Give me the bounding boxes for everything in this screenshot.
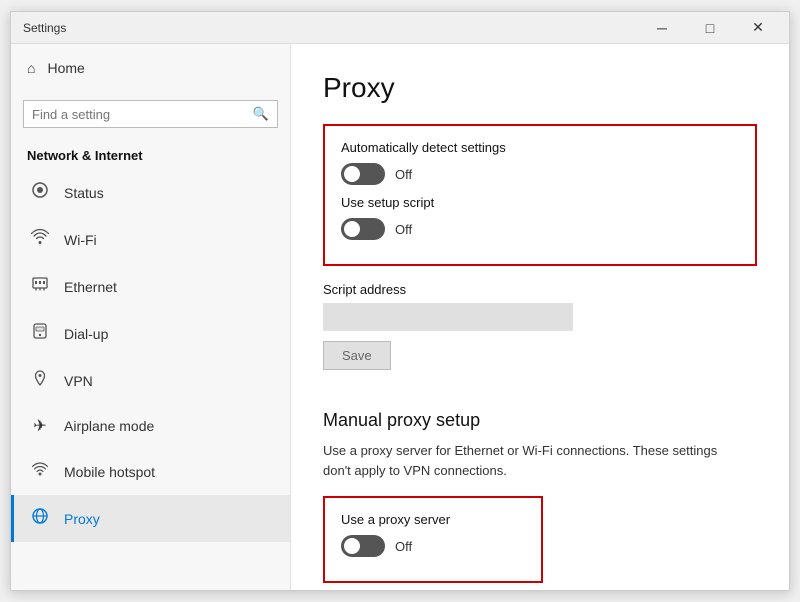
- titlebar: Settings ─ □ ✕: [11, 12, 789, 44]
- use-proxy-box: Use a proxy server Off: [323, 496, 543, 583]
- use-proxy-label: Use a proxy server: [341, 512, 525, 527]
- auto-detect-row: Off: [341, 163, 739, 185]
- airplane-icon: ✈: [30, 416, 50, 436]
- script-address-label: Script address: [323, 282, 757, 297]
- sidebar-item-airplane[interactable]: ✈ Airplane mode: [11, 404, 290, 448]
- sidebar-item-dialup-label: Dial-up: [64, 326, 108, 342]
- sidebar-item-status[interactable]: Status: [11, 169, 290, 216]
- wifi-icon: [30, 228, 50, 251]
- sidebar-item-proxy[interactable]: Proxy: [11, 495, 290, 542]
- setup-script-row: Off: [341, 218, 739, 240]
- sidebar: ⌂ Home 🔍 Network & Internet Status: [11, 44, 291, 590]
- proxy-icon: [30, 507, 50, 530]
- auto-detect-label: Automatically detect settings: [341, 140, 739, 155]
- setup-script-value: Off: [395, 222, 412, 237]
- sidebar-item-wifi[interactable]: Wi-Fi: [11, 216, 290, 263]
- sidebar-section-title: Network & Internet: [11, 140, 290, 169]
- use-proxy-row: Off: [341, 535, 525, 557]
- script-address-input[interactable]: [323, 303, 573, 331]
- sidebar-home-label: Home: [47, 60, 84, 76]
- manual-setup-description: Use a proxy server for Ethernet or Wi-Fi…: [323, 441, 743, 480]
- search-icon: 🔍: [253, 106, 269, 122]
- status-icon: [30, 181, 50, 204]
- close-button[interactable]: ✕: [735, 12, 781, 44]
- sidebar-item-wifi-label: Wi-Fi: [64, 232, 97, 248]
- sidebar-item-hotspot[interactable]: Mobile hotspot: [11, 448, 290, 495]
- auto-detect-value: Off: [395, 167, 412, 182]
- sidebar-item-proxy-label: Proxy: [64, 511, 100, 527]
- auto-detect-toggle[interactable]: [341, 163, 385, 185]
- sidebar-item-ethernet[interactable]: Ethernet: [11, 263, 290, 310]
- main-content: ⌂ Home 🔍 Network & Internet Status: [11, 44, 789, 590]
- settings-window: Settings ─ □ ✕ ⌂ Home 🔍 Network & Intern…: [10, 11, 790, 591]
- sidebar-item-status-label: Status: [64, 185, 104, 201]
- home-icon: ⌂: [27, 60, 35, 76]
- sidebar-item-ethernet-label: Ethernet: [64, 279, 117, 295]
- setup-script-toggle[interactable]: [341, 218, 385, 240]
- window-title: Settings: [23, 21, 66, 35]
- use-proxy-value: Off: [395, 539, 412, 554]
- sidebar-item-home[interactable]: ⌂ Home: [11, 44, 290, 92]
- sidebar-item-vpn-label: VPN: [64, 373, 93, 389]
- manual-setup-title: Manual proxy setup: [323, 410, 757, 431]
- automatic-setup-box: Automatically detect settings Off Use se…: [323, 124, 757, 266]
- use-proxy-toggle[interactable]: [341, 535, 385, 557]
- dialup-icon: [30, 322, 50, 345]
- hotspot-icon: [30, 460, 50, 483]
- sidebar-item-vpn[interactable]: VPN: [11, 357, 290, 404]
- page-title: Proxy: [323, 72, 757, 104]
- sidebar-item-dialup[interactable]: Dial-up: [11, 310, 290, 357]
- maximize-button[interactable]: □: [687, 12, 733, 44]
- minimize-button[interactable]: ─: [639, 12, 685, 44]
- sidebar-item-hotspot-label: Mobile hotspot: [64, 464, 155, 480]
- save-button[interactable]: Save: [323, 341, 391, 370]
- right-panel: Proxy Automatically detect settings Off …: [291, 44, 789, 590]
- search-input[interactable]: [32, 107, 247, 122]
- ethernet-icon: [30, 275, 50, 298]
- vpn-icon: [30, 369, 50, 392]
- setup-script-label: Use setup script: [341, 195, 739, 210]
- sidebar-item-airplane-label: Airplane mode: [64, 418, 154, 434]
- search-box: 🔍: [23, 100, 278, 128]
- window-controls: ─ □ ✕: [639, 12, 781, 44]
